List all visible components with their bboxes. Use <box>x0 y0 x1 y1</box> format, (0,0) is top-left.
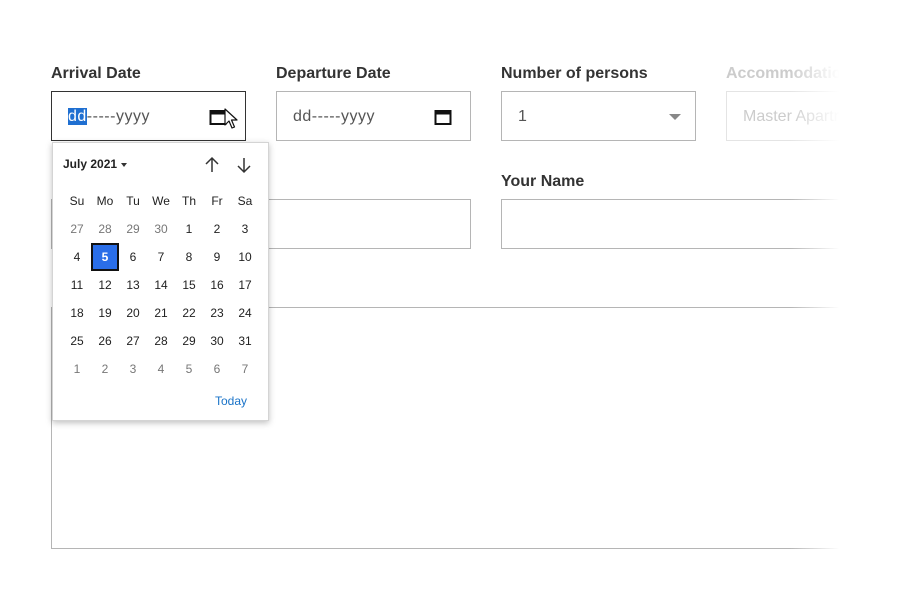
arrival-date-text: dd-----yyyy <box>68 108 150 126</box>
weekday-header: We <box>152 194 170 208</box>
selected-day-cell[interactable]: 5 <box>91 243 119 271</box>
departure-date-input[interactable]: dd-----yyyy <box>276 91 471 141</box>
day-cell[interactable]: 21 <box>147 299 175 327</box>
weekday-header: Sa <box>237 194 253 208</box>
day-cell[interactable]: 9 <box>203 243 231 271</box>
today-link[interactable]: Today <box>215 394 247 408</box>
day-cell[interactable]: 7 <box>147 243 175 271</box>
day-cell[interactable]: 24 <box>231 299 259 327</box>
day-cell[interactable]: 7 <box>231 355 259 383</box>
weekday-header-row: Su Mo Tu We Th Fr Sa <box>63 187 259 215</box>
right-edge-fade <box>790 0 900 600</box>
day-cell[interactable]: 11 <box>63 271 91 299</box>
week-row: 1 2 3 4 5 6 7 <box>63 355 259 383</box>
day-cell[interactable]: 22 <box>175 299 203 327</box>
persons-label: Number of persons <box>501 65 648 82</box>
day-cell[interactable]: 27 <box>119 327 147 355</box>
day-cell[interactable]: 2 <box>91 355 119 383</box>
day-cell[interactable]: 23 <box>203 299 231 327</box>
day-cell[interactable]: 10 <box>231 243 259 271</box>
arrival-date-label: Arrival Date <box>51 65 141 82</box>
day-cell[interactable]: 28 <box>147 327 175 355</box>
calendar-grid: Su Mo Tu We Th Fr Sa 27 28 29 30 1 2 3 4… <box>63 187 259 383</box>
day-cell[interactable]: 25 <box>63 327 91 355</box>
date-picker-popup: July 2021 Su Mo Tu We Th Fr Sa 27 28 29 … <box>52 142 269 421</box>
day-cell[interactable]: 1 <box>175 215 203 243</box>
day-cell[interactable]: 28 <box>91 215 119 243</box>
arrow-down-icon[interactable] <box>234 155 254 175</box>
day-cell[interactable]: 16 <box>203 271 231 299</box>
departure-date-text: dd-----yyyy <box>293 108 375 125</box>
arrival-rest-segment: -----yyyy <box>86 108 150 125</box>
day-cell[interactable]: 3 <box>231 215 259 243</box>
weekday-header: Tu <box>126 194 140 208</box>
departure-date-label: Departure Date <box>276 65 391 82</box>
week-row: 4 5 6 7 8 9 10 <box>63 243 259 271</box>
day-cell[interactable]: 1 <box>63 355 91 383</box>
day-cell[interactable]: 13 <box>119 271 147 299</box>
arrival-date-input[interactable]: dd-----yyyy <box>51 91 246 141</box>
day-cell[interactable]: 29 <box>119 215 147 243</box>
day-cell[interactable]: 6 <box>203 355 231 383</box>
week-row: 18 19 20 21 22 23 24 <box>63 299 259 327</box>
day-cell[interactable]: 5 <box>175 355 203 383</box>
day-cell[interactable]: 18 <box>63 299 91 327</box>
day-cell[interactable]: 3 <box>119 355 147 383</box>
weekday-header: Mo <box>96 194 114 208</box>
persons-value: 1 <box>518 108 527 125</box>
mouse-cursor-icon <box>224 108 238 129</box>
day-cell[interactable]: 19 <box>91 299 119 327</box>
day-cell[interactable]: 14 <box>147 271 175 299</box>
week-row: 25 26 27 28 29 30 31 <box>63 327 259 355</box>
selected-day-label: 5 <box>91 243 119 271</box>
day-cell[interactable]: 17 <box>231 271 259 299</box>
day-cell[interactable]: 12 <box>91 271 119 299</box>
week-row: 27 28 29 30 1 2 3 <box>63 215 259 243</box>
day-cell[interactable]: 8 <box>175 243 203 271</box>
day-cell[interactable]: 27 <box>63 215 91 243</box>
month-year-selector[interactable]: July 2021 <box>63 157 117 171</box>
weekday-header: Fr <box>211 194 223 208</box>
week-row: 11 12 13 14 15 16 17 <box>63 271 259 299</box>
arrow-up-icon[interactable] <box>202 155 222 175</box>
your-name-label: Your Name <box>501 173 585 190</box>
arrival-day-segment[interactable]: dd <box>68 108 87 125</box>
weekday-header: Th <box>181 194 196 208</box>
day-cell[interactable]: 30 <box>203 327 231 355</box>
day-cell[interactable]: 20 <box>119 299 147 327</box>
day-cell[interactable]: 4 <box>63 243 91 271</box>
persons-select[interactable]: 1 <box>501 91 696 141</box>
weekday-header: Su <box>69 194 85 208</box>
calendar-icon[interactable] <box>434 108 452 126</box>
day-cell[interactable]: 15 <box>175 271 203 299</box>
day-cell[interactable]: 4 <box>147 355 175 383</box>
day-cell[interactable]: 29 <box>175 327 203 355</box>
day-cell[interactable]: 30 <box>147 215 175 243</box>
day-cell[interactable]: 2 <box>203 215 231 243</box>
day-cell[interactable]: 31 <box>231 327 259 355</box>
day-cell[interactable]: 26 <box>91 327 119 355</box>
caret-down-icon[interactable] <box>121 163 127 167</box>
chevron-down-icon <box>669 114 681 120</box>
day-cell[interactable]: 6 <box>119 243 147 271</box>
